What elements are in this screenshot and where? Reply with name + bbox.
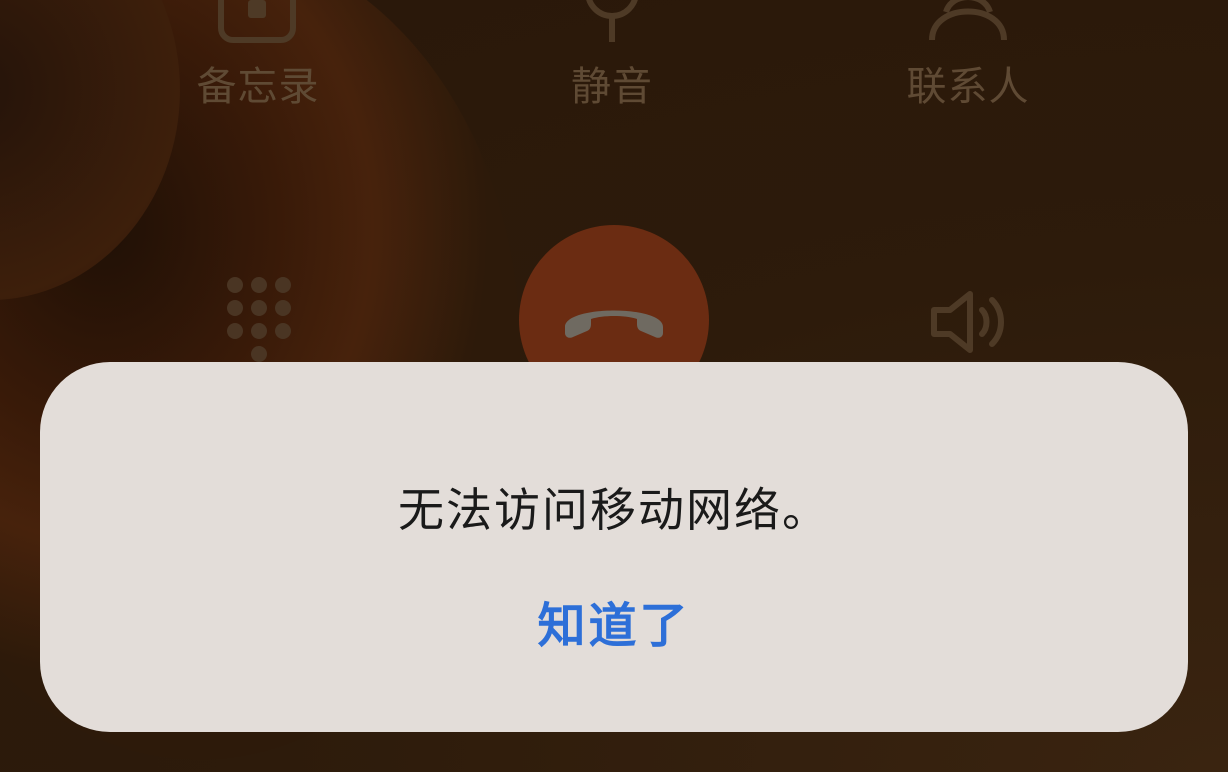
- person-icon: [928, 0, 1008, 44]
- contacts-label: 联系人: [906, 64, 1030, 110]
- contacts-button[interactable]: 联系人: [888, 0, 1048, 112]
- speaker-icon[interactable]: [930, 290, 1010, 358]
- memo-button[interactable]: 备忘录: [178, 0, 338, 112]
- alert-message: 无法访问移动网络。: [398, 483, 830, 537]
- memo-label: 备忘录: [196, 64, 320, 110]
- mute-label: 静音: [571, 64, 653, 110]
- phone-hangup-icon: [565, 310, 663, 338]
- acknowledge-button[interactable]: 知道了: [40, 586, 1188, 656]
- alert-dialog: 无法访问移动网络。 知道了: [40, 362, 1188, 732]
- call-screen: 备忘录 静音 联系人 无法访问移动网络。 知道了: [0, 0, 1228, 772]
- keypad-icon[interactable]: [226, 276, 292, 370]
- memo-icon: [218, 0, 298, 44]
- mute-button[interactable]: 静音: [532, 0, 692, 112]
- microphone-icon: [572, 0, 652, 44]
